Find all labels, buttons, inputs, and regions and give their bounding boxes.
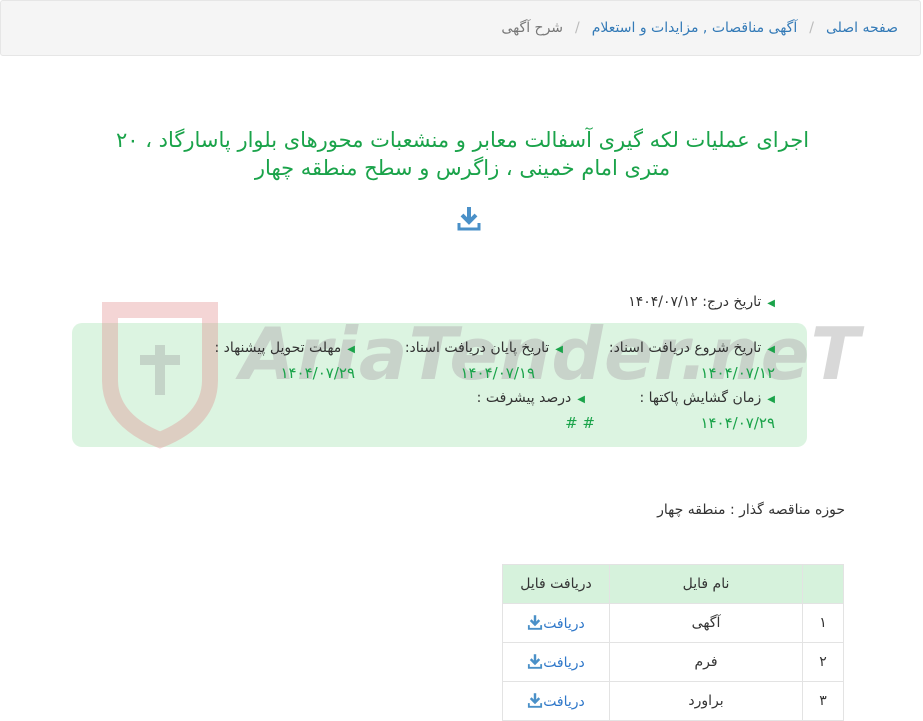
download-icon[interactable] (527, 614, 543, 630)
progress-label-row: ◀ درصد پیشرفت : (477, 390, 585, 406)
download-link-text[interactable]: دریافت (543, 694, 585, 710)
files-table: نام فایل دریافت فایل ۱ آگهی دریافت ۲ فرم… (502, 564, 844, 721)
row-file-name: براورد (609, 681, 803, 721)
breadcrumb-home[interactable]: صفحه اصلی (826, 20, 898, 36)
row-index: ۲ (802, 642, 844, 682)
doc-end-value: ۱۴۰۴/۰۷/۱۹ (460, 364, 535, 382)
page-title: اجرای عملیات لکه گیری آسفالت معابر و منش… (115, 128, 810, 180)
download-link-text[interactable]: دریافت (543, 655, 585, 671)
row-index: ۳ (802, 681, 844, 721)
row-download-link[interactable]: دریافت (502, 642, 610, 682)
row-download-link[interactable]: دریافت (502, 681, 610, 721)
row-download-link[interactable]: دریافت (502, 603, 610, 643)
triangle-left-icon: ◀ (555, 344, 563, 355)
doc-start-label: تاریخ شروع دریافت اسناد: (608, 340, 762, 356)
breadcrumb-current: شرح آگهی (501, 20, 564, 36)
organizer-text: حوزه مناقصه گذار : منطقه چهار (657, 502, 845, 518)
table-header-name: نام فایل (609, 564, 803, 604)
doc-start-label-row: ◀ تاریخ شروع دریافت اسناد: (609, 340, 775, 356)
opening-value: ۱۴۰۴/۰۷/۲۹ (700, 414, 775, 432)
table-row: ۲ فرم دریافت (502, 642, 844, 682)
download-link-text[interactable]: دریافت (543, 616, 585, 632)
table-row: ۳ براورد دریافت (502, 681, 844, 721)
deadline-label: مهلت تحویل پیشنهاد : (214, 340, 342, 356)
table-row: ۱ آگهی دریافت (502, 603, 844, 643)
triangle-left-icon: ◀ (767, 344, 775, 355)
insert-date-label: تاریخ درج: (702, 294, 762, 310)
row-index: ۱ (802, 603, 844, 643)
triangle-left-icon: ◀ (577, 394, 585, 405)
insert-date-row: ◀ تاریخ درج: ۱۴۰۴/۰۷/۱۲ (628, 294, 775, 310)
row-file-name: آگهی (609, 603, 803, 643)
table-header-download: دریافت فایل (502, 564, 610, 604)
breadcrumb-separator: / (575, 20, 580, 36)
table-header-index (802, 564, 844, 604)
breadcrumb-section[interactable]: آگهی مناقصات , مزایدات و استعلام (592, 20, 797, 36)
breadcrumb-separator: / (809, 20, 814, 36)
opening-label: زمان گشایش پاکتها : (639, 390, 762, 406)
table-header-row: نام فایل دریافت فایل (502, 564, 844, 604)
progress-value: # # (565, 414, 595, 432)
deadline-value: ۱۴۰۴/۰۷/۲۹ (280, 364, 355, 382)
triangle-left-icon: ◀ (767, 298, 775, 309)
breadcrumb: صفحه اصلی / آگهی مناقصات , مزایدات و است… (0, 0, 921, 56)
doc-start-value: ۱۴۰۴/۰۷/۱۲ (700, 364, 775, 382)
download-icon[interactable] (457, 205, 481, 231)
download-icon[interactable] (527, 692, 543, 708)
doc-end-label-row: ◀ تاریخ پایان دریافت اسناد: (405, 340, 563, 356)
insert-date-value: ۱۴۰۴/۰۷/۱۲ (628, 294, 698, 310)
doc-end-label: تاریخ پایان دریافت اسناد: (404, 340, 550, 356)
download-icon[interactable] (527, 653, 543, 669)
opening-label-row: ◀ زمان گشایش پاکتها : (639, 390, 775, 406)
progress-label: درصد پیشرفت : (476, 390, 572, 406)
row-file-name: فرم (609, 642, 803, 682)
deadline-label-row: ◀ مهلت تحویل پیشنهاد : (214, 340, 355, 356)
triangle-left-icon: ◀ (347, 344, 355, 355)
triangle-left-icon: ◀ (767, 394, 775, 405)
